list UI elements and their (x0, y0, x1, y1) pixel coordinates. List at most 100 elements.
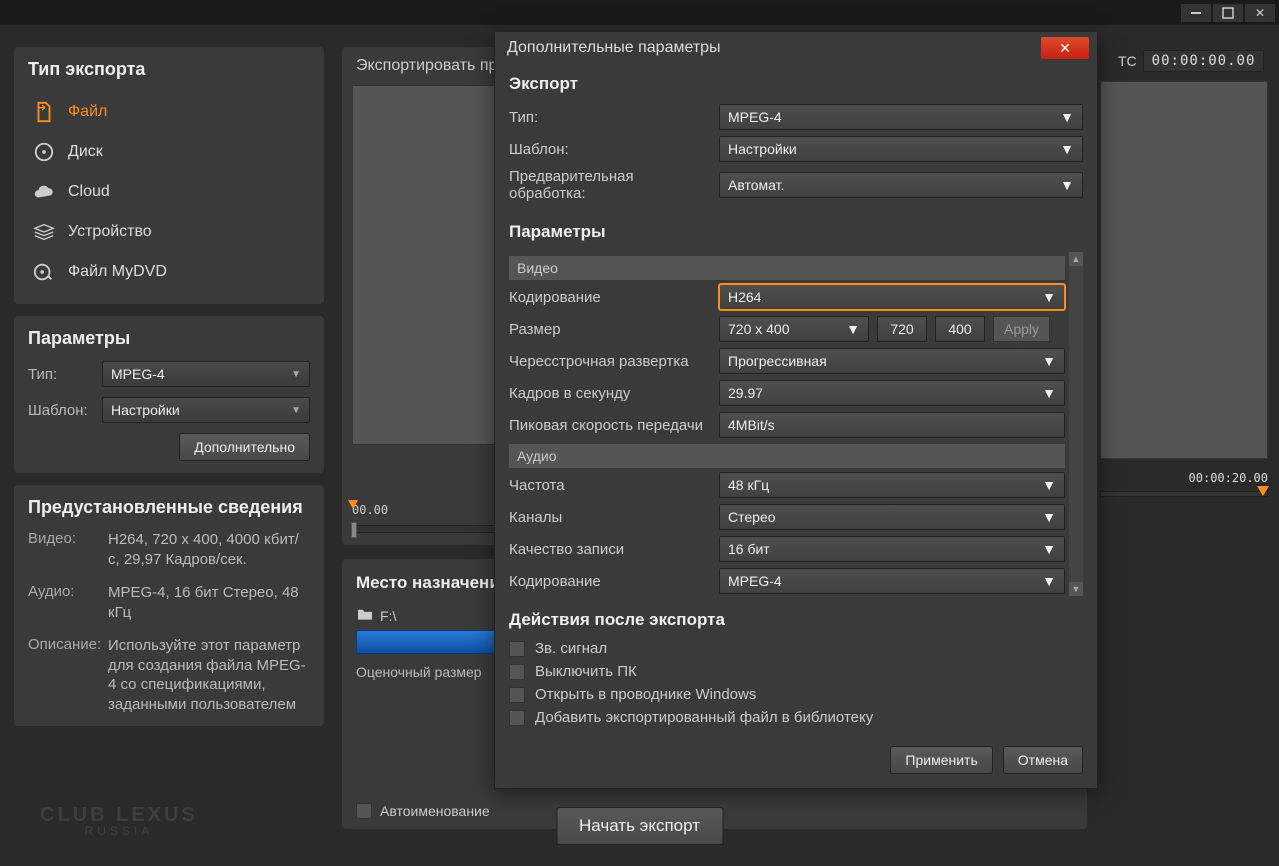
add-to-library-checkbox[interactable] (509, 710, 525, 726)
begin-export-button[interactable]: Начать экспорт (556, 807, 723, 845)
chevron-down-icon: ▼ (1060, 109, 1074, 125)
m-type-select[interactable]: MPEG-4 ▼ (719, 104, 1083, 130)
export-type-label: Файл MyDVD (68, 263, 167, 281)
scan-label: Чересстрочная развертка (509, 353, 711, 370)
export-section-header: Экспорт (509, 74, 1083, 94)
width-input[interactable] (877, 316, 927, 342)
params-scrollbar[interactable]: ▲▼ (1069, 252, 1083, 596)
folder-icon (356, 607, 374, 624)
audio-encoding-value: MPEG-4 (728, 573, 782, 589)
maximize-button[interactable] (1213, 4, 1243, 22)
advanced-button[interactable]: Дополнительно (179, 433, 310, 461)
chevron-down-icon: ▼ (1042, 289, 1056, 305)
m-preprocess-value: Автомат. (728, 177, 784, 193)
type-select[interactable]: MPEG-4▼ (102, 361, 310, 387)
disc-icon (32, 140, 56, 164)
timeline-start-handle[interactable] (348, 500, 358, 509)
video-encoding-value: H264 (728, 289, 761, 305)
dialog-cancel-button[interactable]: Отмена (1003, 746, 1083, 774)
video-subheader: Видео (509, 256, 1065, 280)
timecode-value: 00:00:00.00 (1143, 50, 1265, 72)
m-template-value: Настройки (728, 141, 797, 157)
sound-signal-checkbox[interactable] (509, 641, 525, 657)
export-type-mydvd[interactable]: Файл MyDVD (28, 252, 310, 292)
parameters-title: Параметры (28, 328, 310, 349)
open-explorer-label: Открыть в проводнике Windows (535, 686, 756, 703)
destination-path: F:\ (380, 608, 396, 624)
quality-label: Качество записи (509, 541, 711, 558)
m-type-value: MPEG-4 (728, 109, 782, 125)
chevron-down-icon: ▼ (1060, 141, 1074, 157)
audio-encoding-label: Кодирование (509, 573, 711, 590)
peak-value: 4MBit/s (728, 417, 775, 433)
shutdown-pc-checkbox[interactable] (509, 664, 525, 680)
close-window-button[interactable]: ✕ (1245, 4, 1275, 22)
frequency-select[interactable]: 48 кГц▼ (719, 472, 1065, 498)
export-type-device[interactable]: Устройство (28, 212, 310, 252)
fps-select[interactable]: 29.97 ▼ (719, 380, 1065, 406)
timeline-end-handle[interactable] (1257, 486, 1269, 496)
export-type-file[interactable]: Файл (28, 92, 310, 132)
auto-naming-label: Автоименование (380, 803, 490, 819)
audio-encoding-select[interactable]: MPEG-4 ▼ (719, 568, 1065, 594)
auto-naming-checkbox[interactable] (356, 803, 372, 819)
timeline-in-handle[interactable] (351, 522, 357, 538)
peak-bitrate-input[interactable]: 4MBit/s (719, 412, 1065, 438)
file-export-icon (32, 100, 56, 124)
minimize-button[interactable] (1181, 4, 1211, 22)
watermark: CLUB LEXUS RUSSIA (40, 805, 198, 837)
video-encoding-select[interactable]: H264 ▼ (719, 284, 1065, 310)
export-type-title: Тип экспорта (28, 59, 310, 80)
size-value: 720 x 400 (728, 321, 790, 337)
preset-info-panel: Предустановленные сведения Видео: H264, … (14, 485, 324, 726)
secondary-preview (1100, 81, 1268, 459)
timecode-label: TC (1118, 53, 1137, 69)
sound-signal-label: Зв. сигнал (535, 640, 607, 657)
fps-value: 29.97 (728, 385, 763, 401)
secondary-timeline-track[interactable] (1100, 491, 1268, 497)
chevron-down-icon: ▼ (1042, 573, 1056, 589)
peak-label: Пиковая скорость передачи (509, 417, 711, 434)
template-label: Шаблон: (28, 402, 92, 419)
chevron-down-icon: ▼ (291, 405, 301, 416)
scan-select[interactable]: Прогрессивная▼ (719, 348, 1065, 374)
chevron-down-icon: ▼ (846, 321, 860, 337)
dialog-close-button[interactable]: ✕ (1041, 37, 1089, 59)
chevron-down-icon: ▼ (1042, 477, 1056, 493)
m-preprocess-select[interactable]: Автомат.▼ (719, 172, 1083, 198)
shutdown-pc-label: Выключить ПК (535, 663, 637, 680)
chevron-down-icon: ▼ (291, 369, 301, 380)
preset-video-value: H264, 720 x 400, 4000 кбит/с, 29,97 Кадр… (108, 530, 310, 569)
size-select[interactable]: 720 x 400 ▼ (719, 316, 869, 342)
export-type-disc[interactable]: Диск (28, 132, 310, 172)
channels-select[interactable]: Стерео▼ (719, 504, 1065, 530)
chevron-down-icon: ▼ (1042, 385, 1056, 401)
channels-value: Стерео (728, 509, 776, 525)
height-input[interactable] (935, 316, 985, 342)
template-select-value: Настройки (111, 402, 180, 418)
export-type-label: Cloud (68, 183, 110, 201)
after-export-header: Действия после экспорта (509, 610, 1083, 630)
template-select[interactable]: Настройки ▼ (102, 397, 310, 423)
export-type-label: Устройство (68, 223, 152, 241)
open-explorer-checkbox[interactable] (509, 687, 525, 703)
device-icon (32, 220, 56, 244)
size-apply-button[interactable]: Apply (993, 316, 1050, 342)
export-type-cloud[interactable]: Cloud (28, 172, 310, 212)
fps-label: Кадров в секунду (509, 385, 711, 402)
scroll-down-icon[interactable]: ▼ (1069, 582, 1083, 596)
freq-label: Частота (509, 477, 711, 494)
dialog-apply-button[interactable]: Применить (890, 746, 992, 774)
m-template-select[interactable]: Настройки ▼ (719, 136, 1083, 162)
timeline-end-label: 00:00:20.00 (1100, 471, 1268, 485)
mydvd-icon (32, 260, 56, 284)
preset-video-key: Видео: (28, 530, 108, 569)
scroll-up-icon[interactable]: ▲ (1069, 252, 1083, 266)
window-titlebar: ✕ (0, 0, 1279, 25)
m-template-label: Шаблон: (509, 141, 711, 158)
advanced-settings-dialog: Дополнительные параметры ✕ Экспорт Тип:M… (494, 31, 1098, 789)
audio-subheader: Аудио (509, 444, 1065, 468)
quality-select[interactable]: 16 бит▼ (719, 536, 1065, 562)
watermark-line2: RUSSIA (40, 825, 198, 837)
encoding-label: Кодирование (509, 289, 711, 306)
